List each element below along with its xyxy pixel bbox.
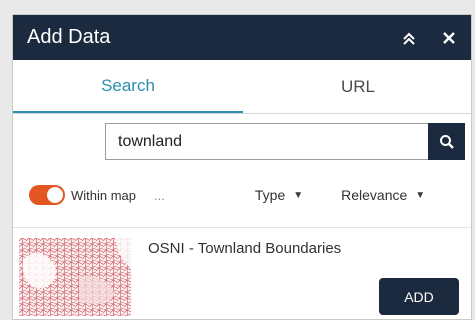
- type-dropdown[interactable]: Type ▼: [255, 187, 303, 203]
- tab-search[interactable]: Search: [13, 60, 243, 113]
- sort-dropdown[interactable]: Relevance ▼: [341, 187, 425, 203]
- more-options-button[interactable]: ...: [154, 188, 165, 203]
- within-map-toggle[interactable]: [29, 185, 65, 205]
- result-thumbnail: [19, 238, 131, 316]
- tab-bar: Search URL: [13, 60, 471, 114]
- search-input[interactable]: [105, 123, 428, 160]
- tab-url[interactable]: URL: [243, 60, 471, 113]
- within-map-label: Within map: [71, 187, 137, 203]
- close-icon[interactable]: [429, 15, 469, 60]
- filter-bar: Within map ... Type ▼ Relevance ▼: [13, 177, 471, 213]
- search-bar: [105, 123, 465, 160]
- panel-header: Add Data: [13, 15, 471, 60]
- search-icon: [439, 134, 454, 149]
- sort-dropdown-label: Relevance: [341, 187, 408, 203]
- double-chevron-up-icon[interactable]: [389, 15, 429, 60]
- type-dropdown-label: Type: [254, 187, 286, 203]
- caret-down-icon: ▼: [293, 189, 304, 201]
- toggle-knob: [47, 187, 63, 203]
- add-button[interactable]: ADD: [379, 278, 459, 315]
- add-data-panel: Add Data Search URL Within map ... Type …: [12, 14, 472, 320]
- result-title[interactable]: OSNI - Townland Boundaries: [148, 240, 341, 257]
- panel-title: Add Data: [27, 26, 111, 48]
- search-button[interactable]: [428, 123, 465, 160]
- results-list: OSNI - Townland Boundaries ADD: [13, 227, 471, 319]
- caret-down-icon: ▼: [415, 189, 426, 201]
